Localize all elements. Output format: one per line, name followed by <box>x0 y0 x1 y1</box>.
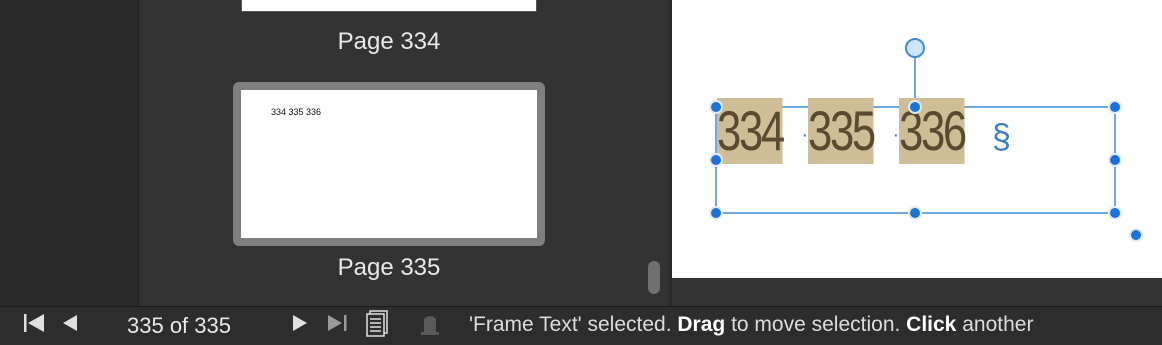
resize-handle-top[interactable] <box>908 100 922 114</box>
last-page-icon[interactable] <box>326 312 350 334</box>
rotation-handle[interactable] <box>905 38 925 58</box>
record-icon[interactable] <box>418 310 442 336</box>
frame-selection-outline <box>715 48 1116 214</box>
frame-text[interactable]: 334·335·336 <box>717 98 984 164</box>
status-message: 'Frame Text' selected. Drag to move sele… <box>469 313 1033 337</box>
resize-handle-left[interactable] <box>709 153 723 167</box>
page-view-icon[interactable] <box>366 309 390 337</box>
next-page-icon[interactable] <box>290 312 310 334</box>
status-bold-click: Click <box>906 313 957 336</box>
paragraph-mark-icon: § <box>992 118 1011 156</box>
resize-handle-top-left[interactable] <box>709 100 723 114</box>
resize-handle-bottom[interactable] <box>908 206 922 220</box>
previous-page-icon[interactable] <box>60 312 80 334</box>
resize-handle-bottom-right[interactable] <box>1108 206 1122 220</box>
frame-text-number-2: 335 <box>808 98 876 164</box>
resize-handle-top-right[interactable] <box>1108 100 1122 114</box>
overflow-handle[interactable] <box>1129 228 1143 242</box>
page-counter[interactable]: 335 of 335 <box>127 313 231 339</box>
status-text-2: to move selection. <box>725 313 907 336</box>
status-text-1: 'Frame Text' selected. <box>469 313 678 336</box>
resize-handle-right[interactable] <box>1108 153 1122 167</box>
first-page-icon[interactable] <box>22 312 46 334</box>
status-text-3: another <box>956 313 1034 336</box>
resize-handle-bottom-left[interactable] <box>709 206 723 220</box>
status-bold-drag: Drag <box>677 313 726 336</box>
frame-text-number-1: 334 <box>717 98 785 164</box>
